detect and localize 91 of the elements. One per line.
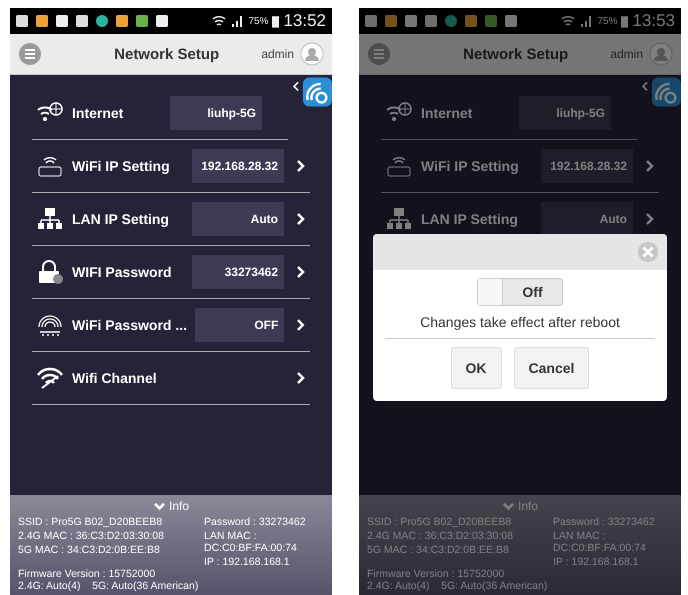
app-notification-icon xyxy=(385,15,397,27)
wifi-signal-icon xyxy=(561,14,576,28)
row-label: WIFI Password xyxy=(72,264,173,280)
app-notification-icon xyxy=(465,15,477,27)
app-notification-icon xyxy=(116,15,128,27)
info-text: 5G MAC : 34:C3:D2:0B:EE:B8 xyxy=(367,544,510,556)
chevron-down-icon xyxy=(502,502,515,510)
clock-time: 13:53 xyxy=(632,11,675,31)
app-notification-icon xyxy=(485,15,497,27)
info-text: IP : 192.168.168.1 xyxy=(553,556,640,568)
settings-row[interactable]: WiFi IP Setting 192.168.28.32 xyxy=(32,140,310,193)
value-field[interactable]: OFF xyxy=(195,308,284,342)
info-text: SSID : Pro5G B02_D20BEEB8 xyxy=(18,516,164,528)
battery-percent: 75% xyxy=(248,16,268,26)
info-text: 2.4G: Auto(4) 5G: Auto(36 American) xyxy=(367,580,548,592)
value-field[interactable]: 33273462 xyxy=(192,255,284,289)
wifi-icon xyxy=(36,366,64,390)
info-text: Firmware Version : 15752000 xyxy=(18,568,156,580)
dialog-message: Changes take effect after reboot xyxy=(384,314,656,339)
user-name: admin xyxy=(610,47,643,61)
wifi-signal-icon xyxy=(212,14,226,28)
info-text: LAN MAC : DC:C0:BF:FA:00:74 xyxy=(553,530,647,554)
app-notification-icon xyxy=(445,15,457,27)
info-text: SSID : Pro5G B02_D20BEEB8 xyxy=(367,516,512,528)
info-text: 5G MAC : 34:C3:D2:0B:EE:B8 xyxy=(18,544,161,556)
app-notification-icon xyxy=(36,15,48,27)
wifi-ip-icon xyxy=(36,154,64,178)
settings-row[interactable]: WiFi IP Setting 192.168.28.32 xyxy=(381,140,659,193)
info-text: IP : 192.168.168.1 xyxy=(204,556,291,568)
dialog-button[interactable]: OK xyxy=(450,347,502,389)
app-notification-icon xyxy=(505,15,517,27)
row-label: Wifi Channel xyxy=(72,370,158,386)
info-text: 2.4G: Auto(4) 5G: Auto(36 American) xyxy=(18,580,200,592)
value-field[interactable]: liuhp-5G xyxy=(170,96,262,130)
chevron-down-icon xyxy=(152,502,166,510)
info-text: Password : 33273462 xyxy=(204,516,307,528)
lock-icon xyxy=(36,260,64,284)
info-toggle[interactable]: Info xyxy=(152,499,189,513)
settings-row[interactable]: WIFI Password 33273462 xyxy=(32,246,310,299)
info-text: 2.4G MAC : 36:C3:D2:03:30:08 xyxy=(18,530,164,542)
user-avatar-icon[interactable] xyxy=(300,42,324,66)
battery-icon xyxy=(621,14,628,28)
menu-icon[interactable] xyxy=(18,42,42,66)
wifi-ip-icon xyxy=(385,154,413,178)
app-notification-icon xyxy=(136,15,148,27)
value-field[interactable]: Auto xyxy=(541,202,633,236)
app-notification-icon xyxy=(405,15,417,27)
row-label: LAN IP Setting xyxy=(421,211,519,227)
toggle-switch[interactable]: Off xyxy=(477,278,563,306)
row-label: WiFi IP Setting xyxy=(72,158,171,174)
close-icon[interactable] xyxy=(637,241,659,263)
page-title: Network Setup xyxy=(113,46,220,62)
app-notification-icon xyxy=(156,15,168,27)
app-notification-icon xyxy=(365,15,377,27)
row-label: WiFi Password ... xyxy=(72,317,188,333)
row-label: Internet xyxy=(72,105,124,121)
info-text: 2.4G MAC : 36:C3:D2:03:30:08 xyxy=(367,530,513,542)
dialog-button[interactable]: Cancel xyxy=(514,347,590,389)
network-icon xyxy=(36,207,64,231)
info-text: LAN MAC : DC:C0:BF:FA:00:74 xyxy=(204,530,298,554)
app-notification-icon xyxy=(56,15,68,27)
value-field[interactable]: 192.168.28.32 xyxy=(192,149,284,183)
row-label: Internet xyxy=(421,105,474,121)
settings-row[interactable]: Internet liuhp-5G xyxy=(381,87,637,140)
network-icon xyxy=(385,207,413,231)
app-notification-icon xyxy=(76,15,88,27)
cell-signal-icon xyxy=(230,14,244,28)
settings-row[interactable]: Internet liuhp-5G xyxy=(32,87,288,140)
app-notification-icon xyxy=(425,15,437,27)
app-notification-icon xyxy=(16,15,28,27)
row-label: WiFi IP Setting xyxy=(421,158,520,174)
battery-percent: 75% xyxy=(597,16,618,26)
clock-time: 13:52 xyxy=(283,11,326,31)
app-notification-icon xyxy=(96,15,108,27)
cell-signal-icon xyxy=(579,14,594,28)
menu-icon[interactable] xyxy=(367,42,391,66)
settings-row[interactable]: Wifi Channel xyxy=(32,352,310,405)
value-field[interactable]: 192.168.28.32 xyxy=(541,149,633,183)
user-avatar-icon[interactable] xyxy=(649,42,673,66)
value-field[interactable]: Auto xyxy=(192,202,284,236)
router-icon xyxy=(36,313,64,337)
info-text: Password : 33273462 xyxy=(553,516,656,528)
row-label: LAN IP Setting xyxy=(72,211,170,227)
battery-icon xyxy=(272,14,280,28)
page-title: Network Setup xyxy=(462,46,570,62)
value-field[interactable]: liuhp-5G xyxy=(519,96,611,130)
user-name: admin xyxy=(261,47,294,61)
settings-row[interactable]: WiFi Password ... OFF xyxy=(32,299,310,352)
info-text: Firmware Version : 15752000 xyxy=(367,568,506,580)
settings-row[interactable]: LAN IP Setting Auto xyxy=(32,193,310,246)
app-logo-icon[interactable] xyxy=(290,75,332,109)
